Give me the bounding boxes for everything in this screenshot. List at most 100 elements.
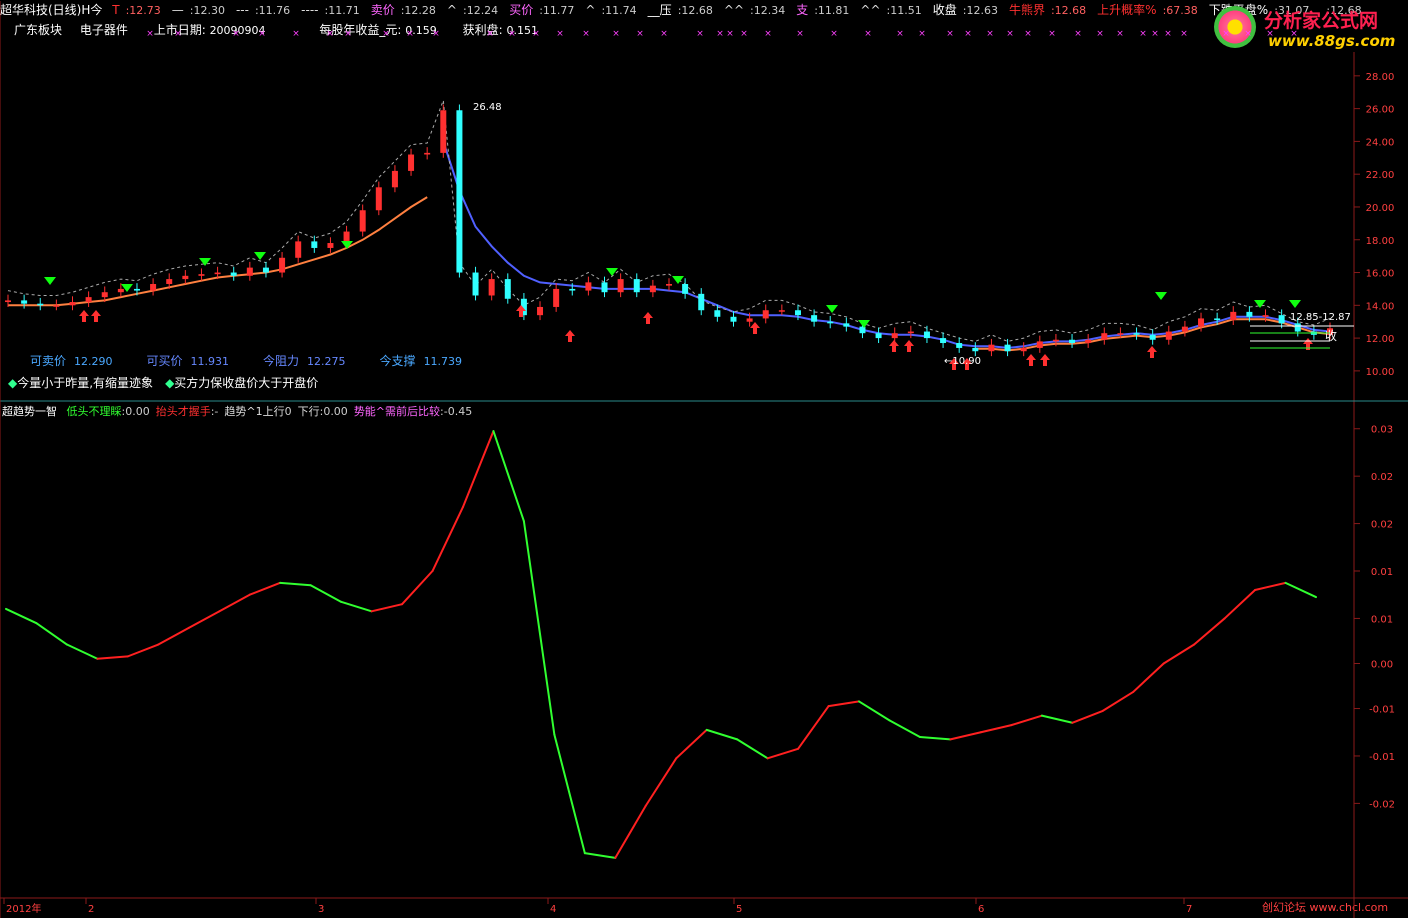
indicator-segment <box>827 700 861 708</box>
down-triangle-icon <box>1289 300 1301 308</box>
candle-body <box>1069 339 1076 344</box>
signal-x-mark: × <box>1266 29 1274 39</box>
signal-x-mark: × <box>432 29 440 39</box>
price-tick-label: 12.00 <box>1366 334 1395 345</box>
candle-body <box>1052 339 1059 342</box>
signal-x-mark: × <box>1139 29 1147 39</box>
indicator-segment <box>918 735 952 741</box>
signal-x-mark: × <box>830 29 838 39</box>
indicator-segment <box>5 607 38 625</box>
candle-body <box>327 243 334 248</box>
candle-body <box>1230 311 1237 321</box>
candle-body <box>1262 315 1269 317</box>
candle-body <box>666 284 672 286</box>
candle-body <box>1117 333 1124 335</box>
indicator-segment <box>309 584 343 603</box>
signal-x-mark: × <box>796 29 804 39</box>
price-y-axis: 28.00 26.00 24.00 22.00 20.00 18.00 16.00 14.00… <box>1354 72 1394 378</box>
signal-x-mark: × <box>696 29 704 39</box>
indicator-segment <box>979 724 1013 734</box>
indicator-segment <box>766 747 800 760</box>
price-tick-label: 14.00 <box>1366 301 1395 312</box>
up-arrow-icon <box>643 312 653 324</box>
x-tick-label: 5 <box>736 904 742 915</box>
indicator-segment <box>888 719 921 738</box>
candle-body <box>472 272 479 296</box>
signal-x-mark: × <box>1164 29 1172 39</box>
candle-body <box>891 333 898 339</box>
candle-body <box>940 338 947 344</box>
down-triangle-icon <box>254 252 266 260</box>
candle-body <box>1294 323 1301 332</box>
candle-body <box>827 321 834 324</box>
indicator-tick-label: 0.03 <box>1371 425 1393 436</box>
x-tick-label: 3 <box>318 904 324 915</box>
candle-body <box>875 333 882 339</box>
candle-body <box>923 331 930 339</box>
candle-body <box>53 305 60 307</box>
indicator-segment <box>797 705 830 750</box>
candle-body <box>150 284 157 291</box>
down-triangle-icon <box>606 268 618 276</box>
candle-body <box>811 315 818 322</box>
indicator-segment <box>65 643 99 660</box>
candle-body <box>682 284 689 294</box>
signal-x-mark: × <box>964 29 972 39</box>
candle-body <box>907 331 914 334</box>
candle-body <box>633 279 640 293</box>
candle-body <box>279 257 286 273</box>
signal-x-mark: × <box>382 29 390 39</box>
signal-x-mark: × <box>508 29 516 39</box>
x-tick-label: 7 <box>1186 904 1192 915</box>
indicator-tick-label: 0.02 <box>1371 520 1393 531</box>
signal-x-mark: × <box>292 29 300 39</box>
indicator-segment <box>1040 714 1074 724</box>
price-tick-label: 18.00 <box>1366 236 1395 247</box>
candle-body <box>246 267 253 276</box>
indicator-segment <box>126 643 160 658</box>
down-triangle-icon <box>199 258 211 266</box>
indicator-tick-label: -0.02 <box>1369 799 1395 810</box>
indicator-tick-label: 0.01 <box>1371 614 1393 625</box>
candle-body <box>553 288 560 307</box>
candle-body <box>359 210 366 232</box>
price-tick-label: 20.00 <box>1366 203 1395 214</box>
down-triangle-icon <box>44 277 56 285</box>
down-triangle-icon <box>826 305 838 313</box>
candle-body <box>166 279 173 285</box>
candle-body <box>843 323 850 327</box>
indicator-segment <box>583 852 617 859</box>
price-tick-label: 24.00 <box>1366 137 1395 148</box>
candle-body <box>1101 333 1108 340</box>
candle-body <box>601 282 608 293</box>
candle-body <box>5 300 11 303</box>
up-arrow-icon <box>1147 346 1157 358</box>
candle-body <box>617 279 624 293</box>
indicator-segment <box>401 570 434 606</box>
indicator-segment <box>35 622 68 646</box>
candle-body <box>295 241 302 258</box>
candle-body <box>117 288 124 293</box>
up-arrow-icon <box>91 310 101 322</box>
indicator-segment <box>248 581 282 596</box>
signal-x-mark: × <box>232 29 240 39</box>
indicator-segment <box>1193 617 1226 646</box>
signal-markers <box>44 241 1313 370</box>
signal-x-mark: × <box>1006 29 1014 39</box>
candle-body <box>456 110 463 273</box>
signal-x-mark: × <box>660 29 668 39</box>
indicator-segment <box>1101 690 1135 712</box>
signal-x-mark: × <box>918 29 926 39</box>
signal-x-mark: × <box>344 29 352 39</box>
indicator-segment <box>1071 709 1104 724</box>
signal-x-mark: × <box>1290 29 1298 39</box>
indicator-segment <box>96 655 129 660</box>
candle-body <box>1133 333 1140 335</box>
indicator-segment <box>218 593 251 613</box>
up-arrow-icon <box>1040 354 1050 366</box>
signal-x-mark: × <box>636 29 644 39</box>
indicator-segment <box>675 728 708 760</box>
indicator-segment <box>1284 581 1317 599</box>
chart-canvas: 28.0026.0024.0022.0020.0018.0016.0014.00… <box>0 1 1408 918</box>
indicator-tick-label: -0.01 <box>1369 752 1395 763</box>
